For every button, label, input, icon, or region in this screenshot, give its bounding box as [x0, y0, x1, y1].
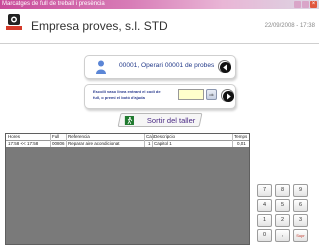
key-5[interactable]: 5 — [275, 199, 290, 212]
person-icon — [96, 60, 106, 74]
next-button[interactable] — [221, 89, 234, 102]
column-header-referencia: Referencia — [68, 134, 90, 139]
key-2[interactable]: 2 — [275, 214, 290, 227]
close-button[interactable]: × — [310, 1, 317, 8]
cell-temps: 0,01 — [237, 141, 246, 146]
column-header-temps: Temps — [234, 134, 248, 139]
key-9[interactable]: 9 — [293, 184, 308, 197]
column-divider — [66, 134, 67, 147]
maximize-button[interactable] — [302, 1, 309, 8]
key-6[interactable]: 6 — [293, 199, 308, 212]
operator-label: 00001, Operari 00001 de probes — [119, 62, 215, 69]
scan-instruction: Escolli vaso linea entrant el codi de fu… — [93, 89, 161, 100]
column-divider — [50, 134, 51, 147]
cell-cap: 1 — [148, 141, 151, 146]
key-7[interactable]: 7 — [257, 184, 272, 197]
window-titlebar: Marcatges de full de treball i presència… — [0, 0, 319, 9]
minimize-button[interactable] — [294, 1, 301, 8]
table-row[interactable]: 17:58 << 17:58 00806 Reparar aire acondi… — [6, 141, 249, 147]
column-divider — [144, 134, 145, 147]
numeric-keypad: 7 8 9 4 5 6 1 2 3 0 , Supr — [254, 183, 318, 246]
circle-right-arrow-icon — [223, 91, 234, 102]
key-comma[interactable]: , — [275, 229, 290, 242]
table-header: Hores Full Referencia Cap Descripcio Tem… — [6, 134, 249, 141]
sheet-code-input[interactable] — [178, 89, 204, 100]
key-1[interactable]: 1 — [257, 214, 272, 227]
company-logo-icon — [6, 14, 22, 30]
column-divider — [232, 134, 233, 147]
running-man-icon — [124, 116, 134, 125]
exit-label: Sortir del taller — [146, 116, 196, 125]
cell-hores: 17:58 << 17:58 — [8, 141, 39, 146]
back-button[interactable] — [218, 60, 231, 73]
key-delete[interactable]: Supr — [293, 229, 308, 242]
key-4[interactable]: 4 — [257, 199, 272, 212]
column-header-descripcio: Descripcio — [154, 134, 176, 139]
company-name: Empresa proves, s.l. STD — [31, 19, 168, 33]
header-divider — [0, 43, 319, 44]
ok-button[interactable]: ok — [206, 89, 217, 100]
column-header-full: Full — [52, 134, 60, 139]
circle-left-arrow-icon — [220, 62, 231, 73]
scan-card: Escolli vaso linea entrant el codi de fu… — [84, 84, 236, 109]
exit-workshop-button[interactable]: Sortir del taller — [117, 113, 203, 127]
window-title: Marcatges de full de treball i presència — [2, 1, 105, 7]
cell-referencia: Reparar aire acondicionat — [68, 141, 120, 146]
operator-card: 00001, Operari 00001 de probes — [84, 55, 236, 79]
key-8[interactable]: 8 — [275, 184, 290, 197]
timesheet-table: Hores Full Referencia Cap Descripcio Tem… — [5, 133, 250, 245]
key-0[interactable]: 0 — [257, 229, 272, 242]
cell-descripcio: Capitol 1 — [154, 141, 172, 146]
cell-full: 00806 — [52, 141, 65, 146]
column-header-hores: Hores — [8, 134, 21, 139]
key-3[interactable]: 3 — [293, 214, 308, 227]
datetime-label: 22/09/2008 - 17:38 — [264, 23, 315, 29]
column-divider — [152, 134, 153, 147]
window-controls: × — [294, 1, 317, 8]
